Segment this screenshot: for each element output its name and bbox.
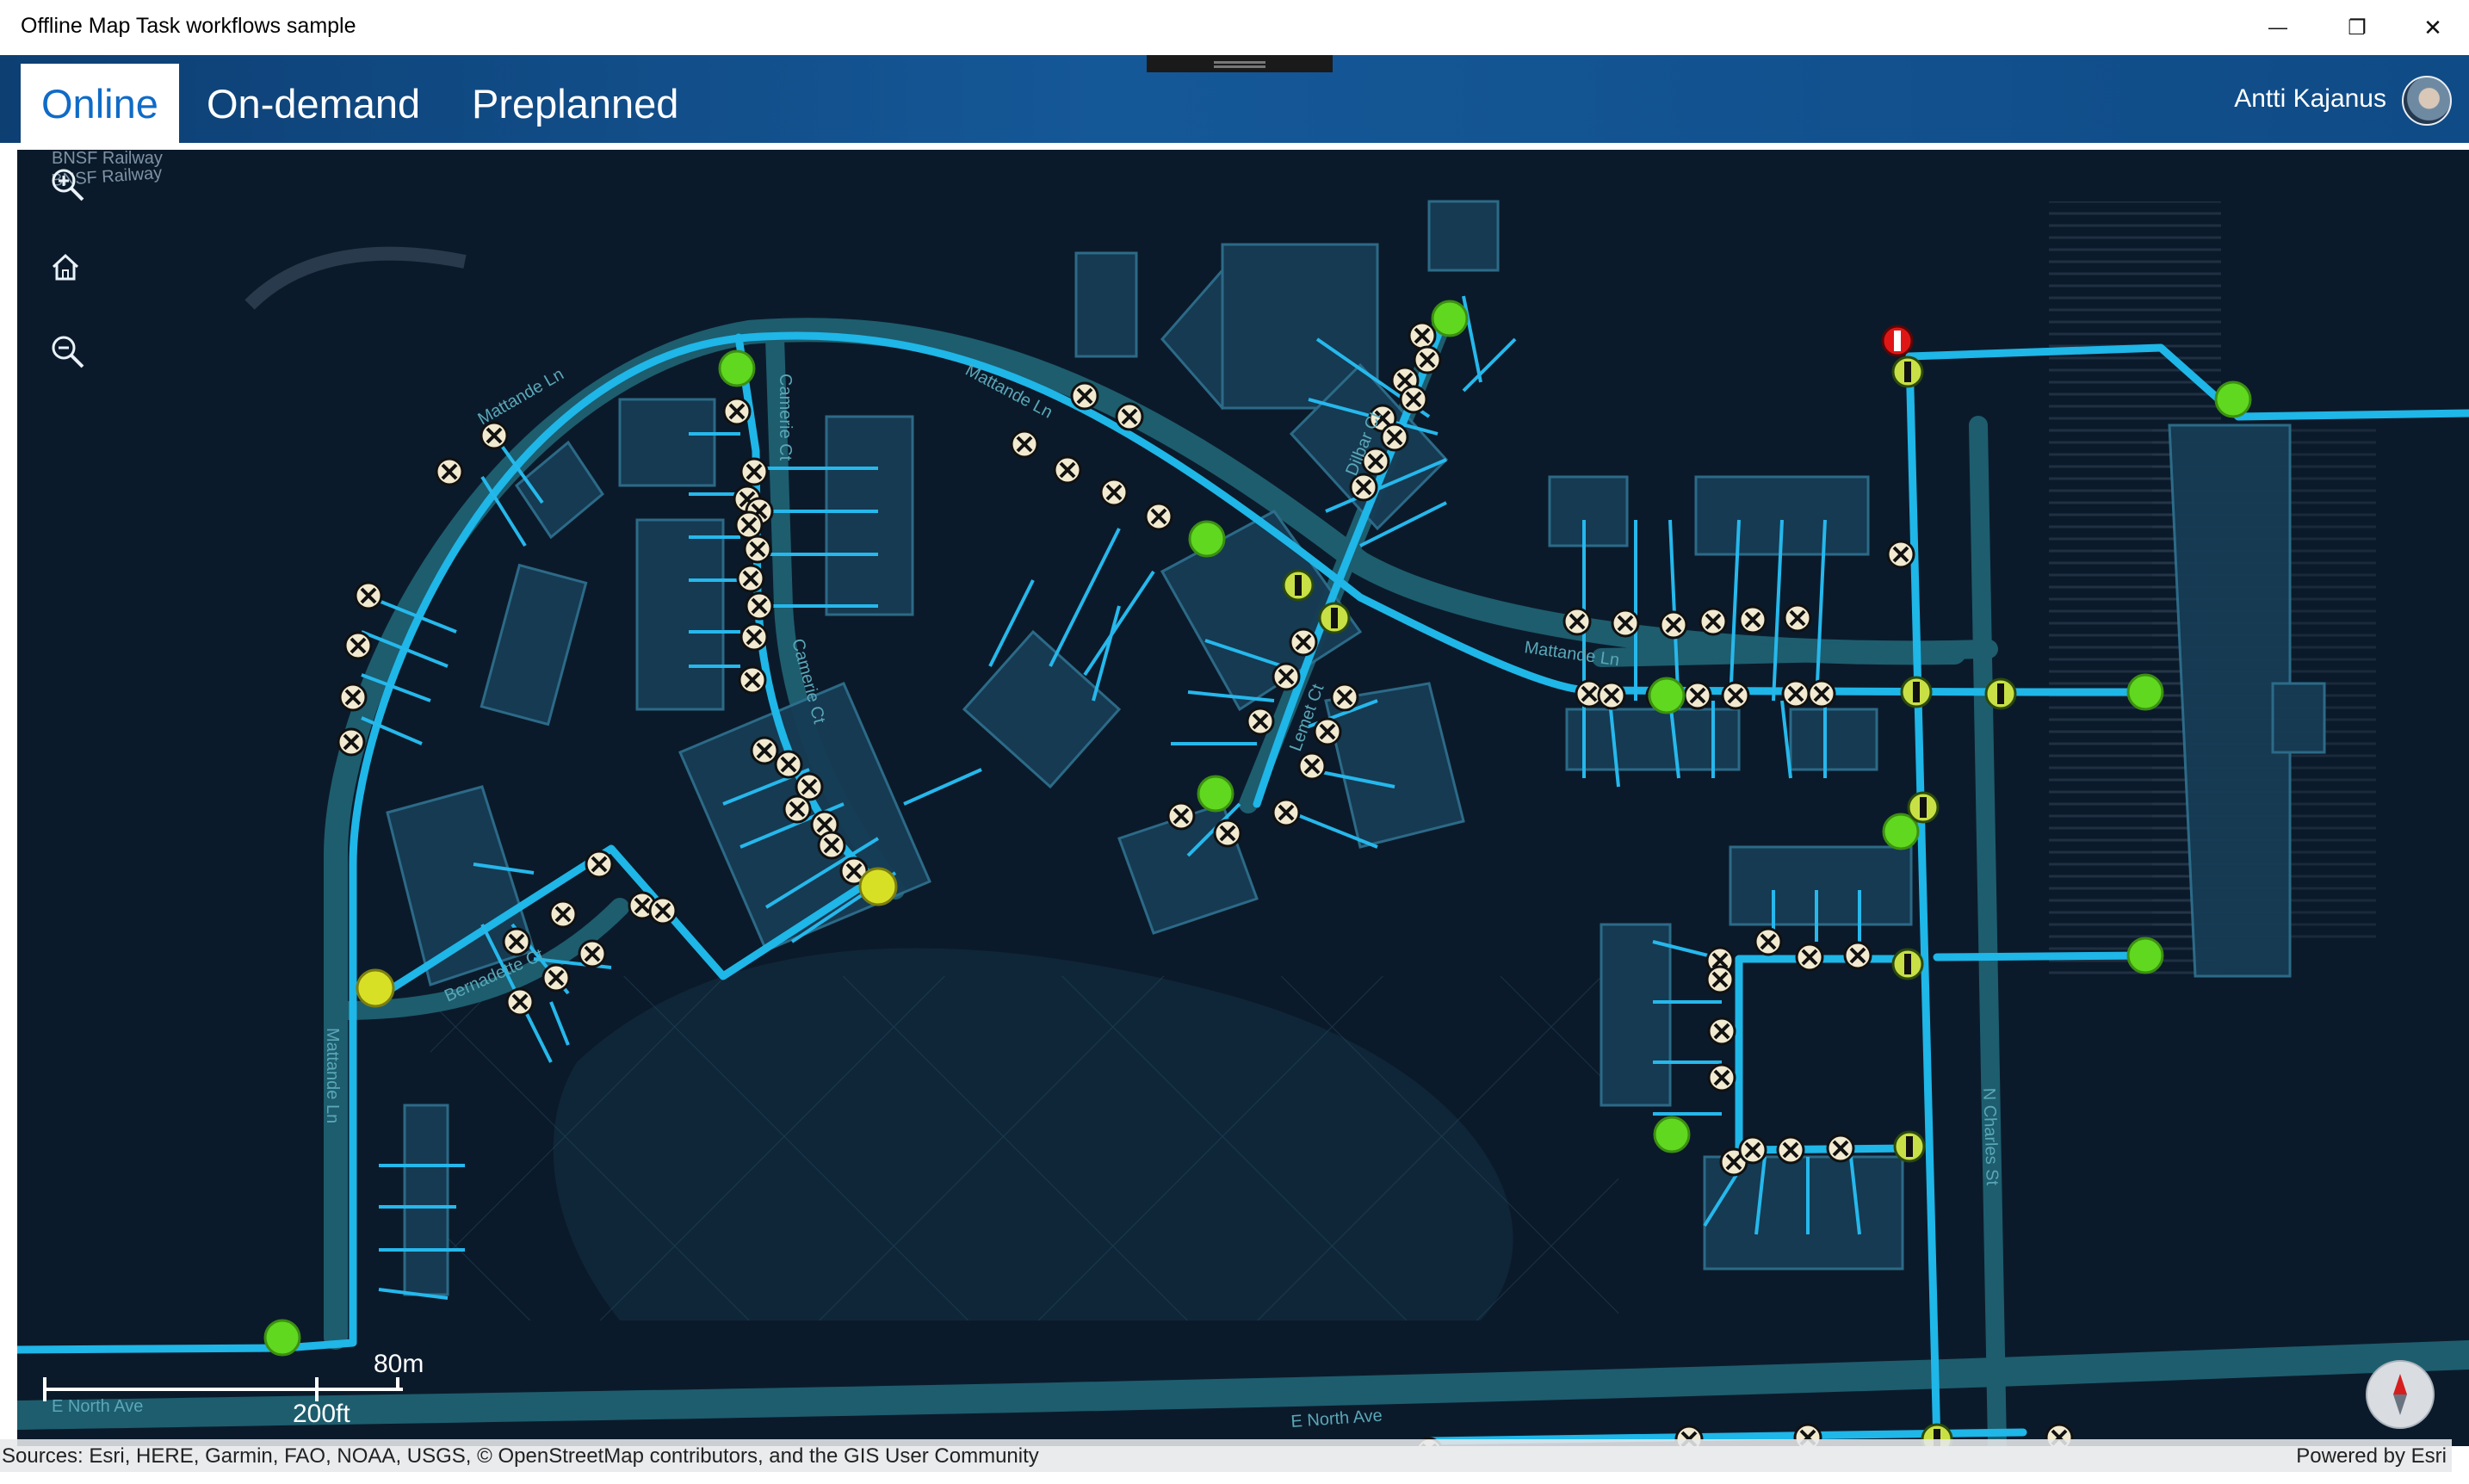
label-mattande-4: Mattande Ln [323, 1028, 342, 1123]
drag-handle[interactable] [1147, 55, 1333, 72]
close-button[interactable]: ✕ [2397, 0, 2469, 55]
tab-preplanned[interactable]: Preplanned [451, 64, 699, 143]
minimize-button[interactable]: — [2238, 0, 2317, 55]
home-icon [52, 253, 79, 281]
map-canvas[interactable]: BNSF Railway BNSF Railway Mattande Ln Ma… [17, 150, 2469, 1446]
user-name: Antti Kajanus [2234, 84, 2386, 113]
powered-by-text[interactable]: Powered by Esri [2296, 1444, 2447, 1469]
map-view[interactable]: BNSF Railway BNSF Railway Mattande Ln Ma… [17, 150, 2469, 1446]
title-bar: Offline Map Task workflows sample — ❐ ✕ [0, 0, 2469, 55]
scale-metric: 80m [374, 1350, 424, 1378]
tab-online[interactable]: Online [21, 64, 179, 143]
avatar[interactable] [2402, 76, 2452, 126]
map-frame: BNSF Railway BNSF Railway Mattande Ln Ma… [0, 143, 2469, 1484]
attribution-bar: Sources: Esri, HERE, Garmin, FAO, NOAA, … [0, 1439, 2452, 1472]
zoom-in-icon [52, 169, 84, 201]
compass-icon [2393, 1374, 2407, 1415]
tab-on-demand[interactable]: On-demand [186, 64, 441, 143]
label-charles: N Charles St [1979, 1087, 2002, 1186]
restore-button[interactable]: ❐ [2317, 0, 2397, 55]
zoom-in-button[interactable] [48, 165, 96, 213]
zoom-out-icon [52, 336, 84, 368]
label-camerie-1: Camerie Ct [776, 374, 795, 461]
attribution-text: Sources: Esri, HERE, Garmin, FAO, NOAA, … [2, 1444, 1039, 1468]
minimize-icon: — [2268, 16, 2287, 38]
scale-bar: 80m 200ft [41, 1350, 424, 1428]
home-button[interactable] [48, 250, 96, 298]
restore-icon: ❐ [2348, 15, 2367, 40]
scale-imperial: 200ft [293, 1400, 350, 1428]
compass-button[interactable] [2366, 1360, 2435, 1429]
zoom-out-button[interactable] [48, 332, 96, 380]
close-icon: ✕ [2423, 14, 2442, 40]
app-header: Online On-demand Preplanned Antti Kajanu… [0, 55, 2469, 143]
window-title: Offline Map Task workflows sample [21, 14, 356, 38]
